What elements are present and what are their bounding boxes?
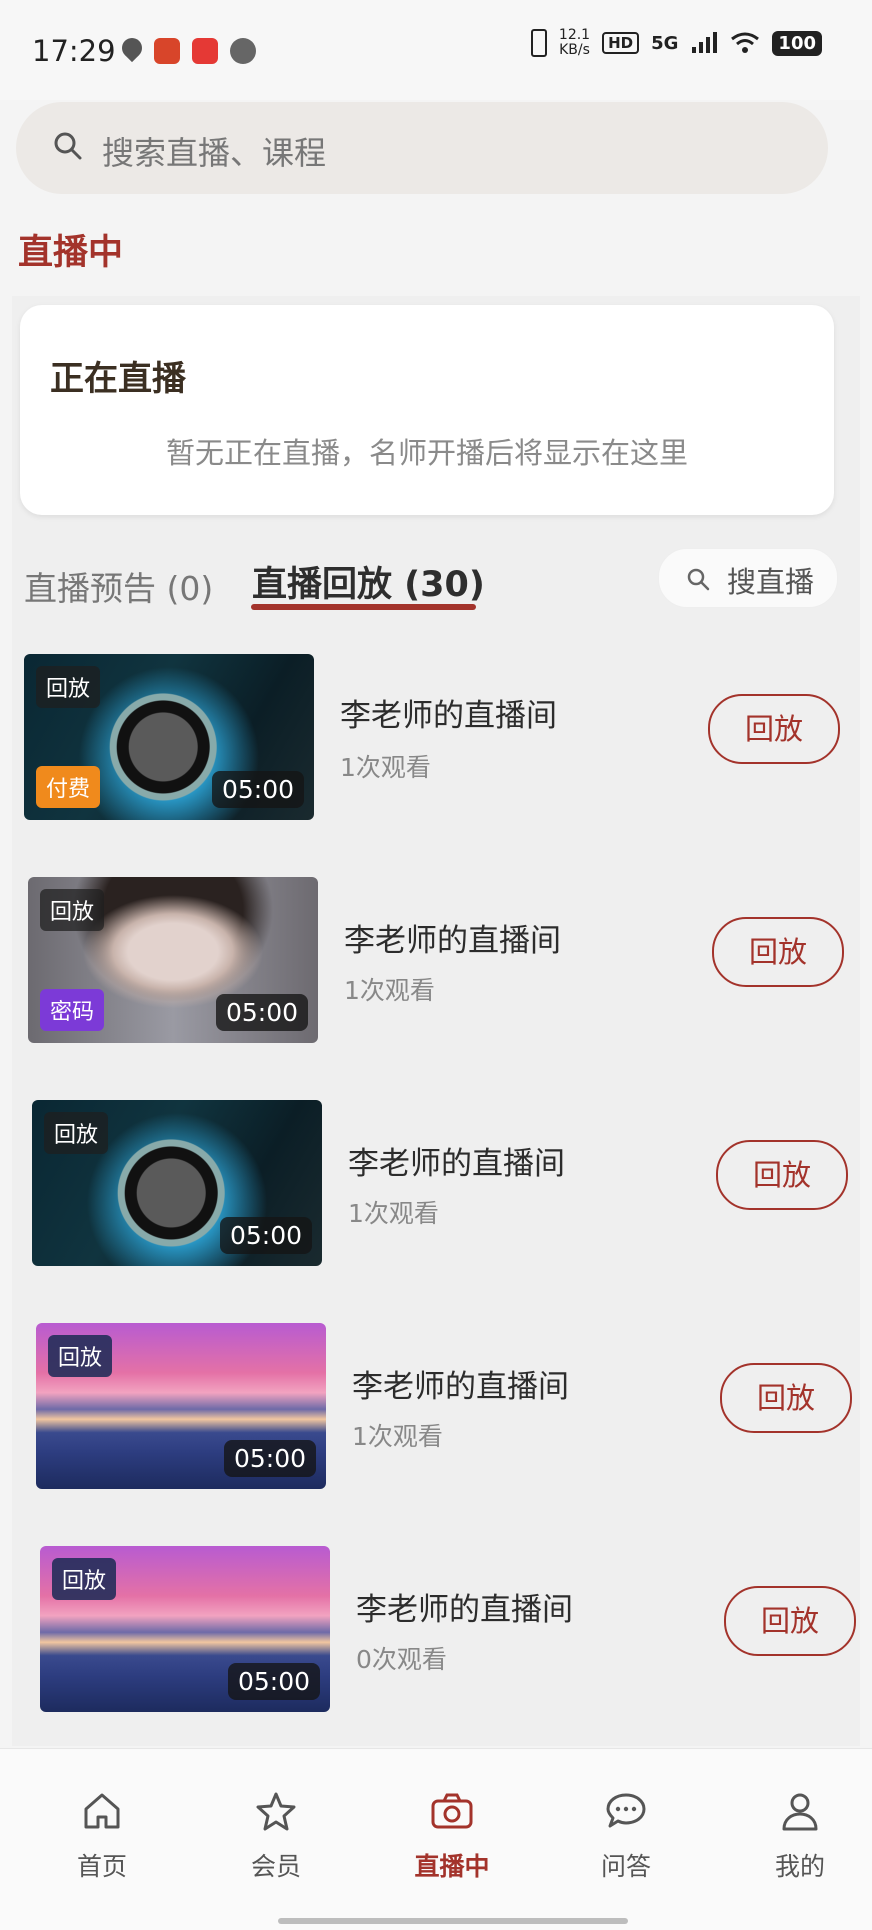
search-input[interactable]: 搜索直播、课程 (16, 102, 828, 194)
replay-button[interactable]: 回放 (720, 1363, 852, 1433)
duration: 05:00 (215, 994, 308, 1031)
replay-badge: 回放 (40, 889, 105, 931)
nav-member[interactable]: 会员 (216, 1789, 336, 1883)
home-icon (84, 1793, 120, 1829)
chat-icon (606, 1793, 646, 1828)
item-title: 李老师的直播间 (344, 923, 561, 959)
vibrate-icon (530, 29, 547, 57)
net-speed: 12.1 KB/s (558, 27, 591, 58)
nav-mine-label: 我的 (774, 1852, 825, 1881)
live-now-empty-text: 暂无正在直播，名师开播后将显示在这里 (165, 436, 688, 470)
duration: 05:00 (223, 1440, 316, 1477)
replay-button[interactable]: 回放 (716, 1140, 848, 1210)
replay-badge: 回放 (44, 1112, 109, 1154)
search-live-label: 搜直播 (727, 565, 815, 599)
nav-home[interactable]: 首页 (42, 1789, 162, 1883)
signal-icon (692, 32, 718, 53)
item-views: 1次观看 (348, 1199, 439, 1228)
item-views: 1次观看 (344, 976, 435, 1005)
tab-preview[interactable]: 直播预告 (0) (24, 562, 213, 610)
nav-home-label: 首页 (76, 1852, 127, 1881)
search-icon (54, 132, 82, 160)
item-title: 李老师的直播间 (348, 1146, 565, 1182)
nav-mine[interactable]: 我的 (740, 1789, 860, 1883)
status-right: 12.1 KB/s HD 5G 100 (530, 27, 822, 58)
list-item[interactable]: 回放 05:00 李老师的直播间 1次观看 回放 (0, 1098, 872, 1270)
item-title: 李老师的直播间 (352, 1369, 569, 1405)
bottom-nav: 首页 会员 直播中 问答 我的 (0, 1748, 872, 1930)
duration: 05:00 (211, 771, 304, 808)
status-bar: 17:29 12.1 KB/s HD 5G 100 (0, 0, 872, 100)
replay-button[interactable]: 回放 (724, 1586, 856, 1656)
thumbnail[interactable]: 回放 付费 05:00 (24, 654, 314, 820)
duration: 05:00 (219, 1217, 312, 1254)
nav-live[interactable]: 直播中 (392, 1789, 512, 1883)
live-now-card: 正在直播 暂无正在直播，名师开播后将显示在这里 (20, 305, 834, 515)
item-views: 1次观看 (340, 753, 431, 782)
news-app-icon (192, 38, 218, 64)
nav-qa[interactable]: 问答 (566, 1789, 686, 1883)
thumbnail[interactable]: 回放 05:00 (40, 1546, 330, 1712)
location-icon (117, 33, 147, 63)
camera-icon (431, 1793, 473, 1829)
network-type: 5G (651, 32, 679, 54)
status-left-icons (117, 33, 256, 64)
nav-live-label: 直播中 (414, 1852, 490, 1881)
home-indicator[interactable] (278, 1918, 628, 1924)
tab-replay[interactable]: 直播回放 (30) (252, 556, 485, 607)
wechat-icon (230, 38, 256, 64)
app-notification-icon (154, 38, 180, 64)
list-item[interactable]: 回放 密码 05:00 李老师的直播间 1次观看 回放 (0, 875, 872, 1047)
tab-active-underline (251, 604, 476, 610)
user-icon (782, 1793, 818, 1831)
replay-badge: 回放 (48, 1335, 113, 1377)
replay-button[interactable]: 回放 (708, 694, 840, 764)
duration: 05:00 (227, 1663, 320, 1700)
live-now-title: 正在直播 (50, 359, 186, 399)
wifi-icon (731, 32, 760, 53)
nav-member-label: 会员 (250, 1852, 301, 1881)
item-views: 1次观看 (352, 1422, 443, 1451)
item-title: 李老师的直播间 (340, 698, 557, 734)
thumbnail[interactable]: 回放 密码 05:00 (28, 877, 318, 1043)
replay-badge: 回放 (52, 1558, 117, 1600)
nav-qa-label: 问答 (600, 1852, 651, 1881)
paid-tag: 付费 (36, 766, 101, 808)
list-item[interactable]: 回放 05:00 李老师的直播间 0次观看 回放 (0, 1544, 872, 1716)
star-icon (256, 1792, 296, 1831)
replay-badge: 回放 (36, 666, 101, 708)
battery-indicator: 100 (772, 30, 822, 56)
search-icon (687, 568, 710, 591)
thumbnail[interactable]: 回放 05:00 (32, 1100, 322, 1266)
hd-indicator: HD (602, 32, 640, 54)
list-item[interactable]: 回放 05:00 李老师的直播间 1次观看 回放 (0, 1321, 872, 1493)
page-title: 直播中 (18, 233, 124, 273)
search-live-button[interactable]: 搜直播 (658, 548, 838, 608)
replay-button[interactable]: 回放 (712, 917, 844, 987)
list-item[interactable]: 回放 付费 05:00 李老师的直播间 1次观看 回放 (0, 652, 872, 824)
password-tag: 密码 (40, 989, 105, 1031)
search-placeholder: 搜索直播、课程 (102, 134, 327, 172)
item-title: 李老师的直播间 (356, 1592, 573, 1628)
thumbnail[interactable]: 回放 05:00 (36, 1323, 326, 1489)
status-time: 17:29 (32, 34, 116, 68)
item-views: 0次观看 (356, 1645, 447, 1674)
